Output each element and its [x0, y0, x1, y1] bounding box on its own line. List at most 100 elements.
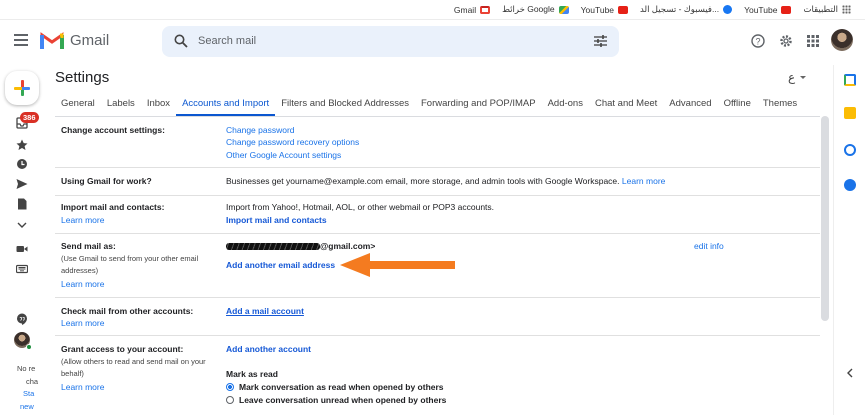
import-description: Import from Yahoo!, Hotmail, AOL, or oth…: [226, 202, 495, 212]
tab-labels[interactable]: Labels: [101, 94, 141, 116]
tab-filters[interactable]: Filters and Blocked Addresses: [275, 94, 415, 116]
tab-inbox[interactable]: Inbox: [141, 94, 176, 116]
main-menu-icon[interactable]: [14, 34, 28, 46]
keep-icon[interactable]: [844, 107, 856, 119]
settings-row-work: Using Gmail for work? Businesses get you…: [55, 168, 820, 196]
add-mail-account-link[interactable]: Add a mail account: [226, 306, 304, 316]
facebook-icon: [723, 5, 733, 14]
tab-general[interactable]: General: [55, 94, 101, 116]
tab-forwarding[interactable]: Forwarding and POP/IMAP: [415, 94, 542, 116]
meet-new-meeting-icon[interactable]: [16, 243, 28, 255]
start-chat-link[interactable]: Sta: [23, 389, 34, 398]
email-suffix: @gmail.com>: [320, 241, 376, 251]
page-title: Settings: [55, 69, 110, 86]
chat-empty-text: cha: [26, 377, 39, 386]
tab-offline[interactable]: Offline: [718, 94, 757, 116]
expand-panel-chevron-icon[interactable]: [844, 367, 856, 379]
bookmark-facebook[interactable]: فيسبوك - تسجيل الد...: [640, 4, 733, 15]
bookmark-label: Gmail: [453, 4, 477, 15]
add-another-email-link[interactable]: Add another email address: [226, 260, 335, 270]
youtube-icon: [618, 5, 629, 14]
input-tools-language[interactable]: ع: [788, 70, 795, 84]
sent-icon[interactable]: [16, 178, 28, 190]
tab-advanced[interactable]: Advanced: [663, 94, 717, 116]
bookmark-youtube[interactable]: YouTube: [580, 4, 629, 15]
meet-join-keyboard-icon[interactable]: [16, 263, 28, 275]
settings-row-change-account: Change account settings: Change password…: [55, 117, 820, 168]
gmail-icon: [480, 5, 491, 14]
more-chevron-down-icon[interactable]: [16, 219, 28, 231]
bookmark-gmail[interactable]: Gmail: [453, 4, 491, 15]
apps-icon: [842, 5, 851, 14]
gmail-header: Gmail Search mail ?: [0, 20, 865, 65]
mark-as-read-heading: Mark as read: [226, 369, 278, 379]
starred-icon[interactable]: [16, 139, 28, 151]
unread-count-badge: 386: [20, 112, 39, 123]
chevron-down-icon[interactable]: [800, 76, 806, 79]
svg-text:?: ?: [755, 37, 760, 47]
tab-addons[interactable]: Add-ons: [542, 94, 589, 116]
change-password-link[interactable]: Change password: [226, 125, 295, 135]
other-account-settings-link[interactable]: Other Google Account settings: [226, 150, 341, 160]
tasks-icon[interactable]: [844, 144, 856, 156]
new-chat-link[interactable]: new: [20, 402, 34, 411]
snoozed-icon[interactable]: [16, 158, 28, 170]
search-input[interactable]: Search mail: [198, 35, 256, 47]
workspace-text: Businesses get yourname@example.com emai…: [226, 176, 620, 186]
workspace-promo-text: Businesses get yourname@example.com emai…: [226, 176, 665, 186]
bookmark-label: خرائط Google: [502, 4, 555, 14]
mark-read-option[interactable]: Mark conversation as read when opened by…: [226, 382, 444, 392]
add-another-account-link[interactable]: Add another account: [226, 344, 311, 354]
hangouts-chat-icon[interactable]: [16, 313, 28, 325]
row-label: Change account settings:: [61, 125, 165, 135]
row-label: Grant access to your account:: [61, 344, 184, 354]
search-options-icon[interactable]: [594, 35, 607, 47]
calendar-icon[interactable]: [844, 74, 856, 86]
send-as-learn-more-link[interactable]: Learn more: [61, 279, 104, 289]
gmail-logo[interactable]: Gmail: [40, 31, 109, 49]
bookmark-maps[interactable]: خرائط Google: [502, 4, 569, 15]
check-mail-learn-more-link[interactable]: Learn more: [61, 318, 104, 328]
settings-scrollbar[interactable]: [821, 116, 829, 321]
search-bar[interactable]: Search mail: [162, 26, 619, 57]
bookmark-label: YouTube: [580, 4, 615, 15]
bookmark-label: فيسبوك - تسجيل الد...: [640, 4, 720, 14]
grant-learn-more-link[interactable]: Learn more: [61, 382, 104, 392]
account-avatar[interactable]: [831, 29, 853, 51]
row-sublabel: (Allow others to read and send mail on y…: [61, 357, 206, 378]
app-name: Gmail: [70, 31, 110, 49]
import-mail-contacts-link[interactable]: Import mail and contacts: [226, 215, 327, 225]
bookmark-label: YouTube: [744, 4, 778, 15]
leave-unread-option[interactable]: Leave conversation unread when opened by…: [226, 395, 446, 405]
tab-themes[interactable]: Themes: [757, 94, 803, 116]
tab-accounts-and-import[interactable]: Accounts and Import: [176, 94, 276, 116]
change-recovery-link[interactable]: Change password recovery options: [226, 137, 359, 147]
import-learn-more-link[interactable]: Learn more: [61, 215, 104, 225]
settings-row-import: Import mail and contacts: Learn more Imp…: [55, 196, 820, 234]
edit-info-link[interactable]: edit info: [694, 241, 724, 251]
help-icon[interactable]: ?: [751, 34, 765, 48]
search-icon[interactable]: [174, 34, 188, 48]
tab-chat-and-meet[interactable]: Chat and Meet: [589, 94, 663, 116]
workspace-learn-more-link[interactable]: Learn more: [622, 176, 665, 186]
google-apps-icon[interactable]: [807, 35, 819, 47]
option-label: Leave conversation unread when opened by…: [239, 395, 447, 405]
left-rail: 386 No re cha Sta new: [0, 65, 44, 415]
settings-gear-icon[interactable]: [779, 34, 793, 48]
compose-button[interactable]: [5, 71, 39, 105]
bookmark-label: التطبيقات: [803, 4, 838, 14]
row-label: Import mail and contacts:: [61, 202, 165, 212]
chat-empty-text: No re: [17, 364, 36, 373]
radio-selected[interactable]: [226, 383, 234, 391]
drafts-icon[interactable]: [16, 198, 28, 210]
send-as-address: @gmail.com>: [226, 241, 375, 251]
bookmark-youtube-2[interactable]: YouTube: [744, 4, 792, 15]
settings-tabs: General Labels Inbox Accounts and Import…: [55, 94, 803, 116]
contacts-icon[interactable]: [844, 179, 856, 191]
youtube-icon: [781, 5, 792, 14]
bookmarks-bar: Gmail خرائط Google YouTube فيسبوك - تسجي…: [0, 0, 865, 20]
maps-icon: [558, 5, 569, 14]
bookmark-apps[interactable]: التطبيقات: [803, 4, 851, 15]
radio-unselected[interactable]: [226, 396, 234, 404]
side-panel: [833, 65, 865, 415]
